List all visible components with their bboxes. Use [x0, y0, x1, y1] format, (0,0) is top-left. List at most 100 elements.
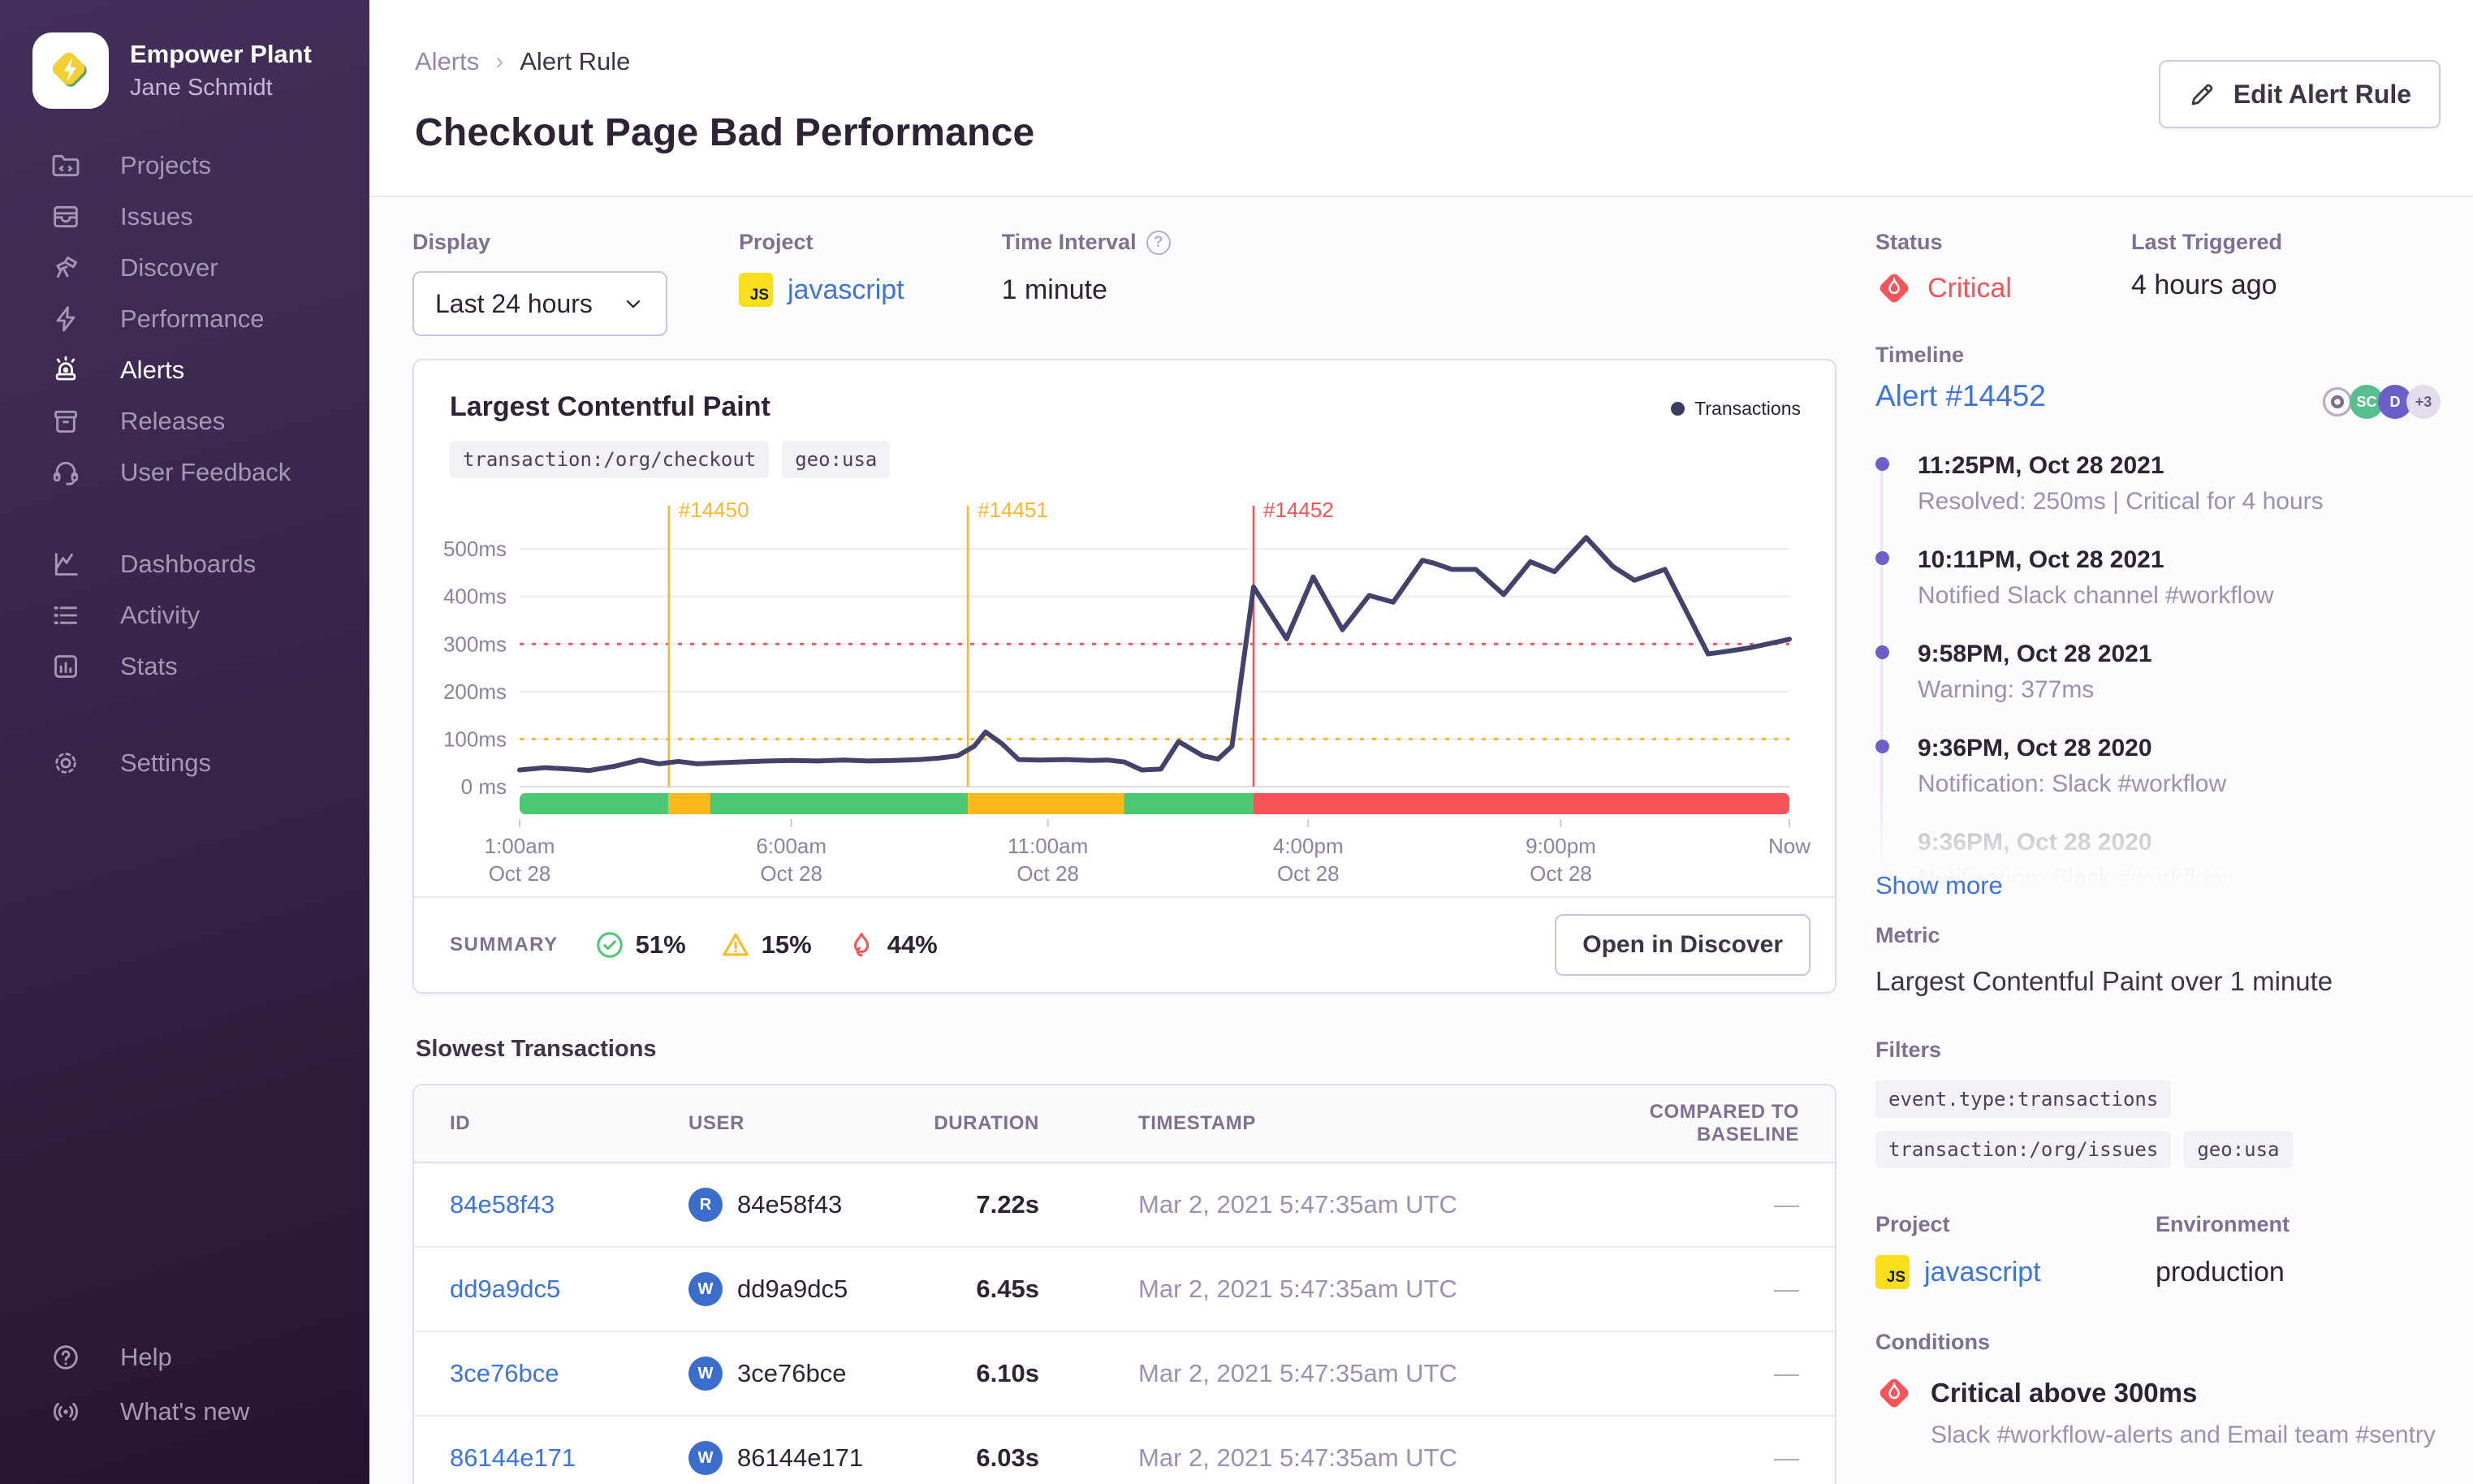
project-link[interactable]: JS javascript	[1875, 1255, 2156, 1289]
legend-label: Transactions	[1694, 398, 1801, 419]
timestamp-cell: Mar 2, 2021 5:47:35am UTC	[1138, 1275, 1457, 1303]
question-circle-icon[interactable]: ?	[1146, 230, 1171, 255]
chevron-right-icon: ›	[495, 48, 504, 75]
sidebar-item-label: Activity	[120, 600, 201, 629]
alert-number-link[interactable]: Alert #14452	[1875, 379, 2046, 413]
timeline-entry-time: 9:36PM, Oct 28 2020	[1918, 735, 2152, 761]
pencil-icon	[2188, 80, 2217, 109]
show-more-link[interactable]: Show more	[1875, 871, 2003, 900]
col-header-duration: DURATION	[934, 1112, 1039, 1134]
sidebar-item-label: Releases	[120, 406, 226, 435]
sidebar-item-label: Stats	[120, 651, 178, 680]
sidebar-item-label: Projects	[120, 150, 211, 179]
chart-summary-row: SUMMARY 51% 15% 44% Open in Discover	[414, 896, 1835, 992]
sidebar-item-label: Alerts	[120, 355, 185, 384]
project-name-link[interactable]: javascript	[1924, 1257, 2041, 1288]
org-switcher[interactable]: Empower Plant Jane Schmidt	[0, 0, 369, 109]
edit-alert-rule-button[interactable]: Edit Alert Rule	[2158, 60, 2441, 128]
main-content: Alerts › Alert Rule Checkout Page Bad Pe…	[369, 0, 2473, 1484]
svg-text:100ms: 100ms	[443, 727, 507, 751]
breadcrumb-alerts-link[interactable]: Alerts	[415, 47, 479, 76]
table-row[interactable]: 3ce76bce W 3ce76bce 6.10s Mar 2, 2021 5:4…	[414, 1332, 1835, 1417]
table-row[interactable]: dd9a9dc5 Wdd9a9dc5 6.45s Mar 2, 2021 5:4…	[414, 1248, 1835, 1332]
svg-text:11:00am: 11:00am	[1008, 834, 1088, 858]
transaction-id-link[interactable]: 86144e171	[450, 1443, 688, 1473]
performance-icon	[49, 302, 83, 336]
timeline-label: Timeline	[1875, 343, 1965, 367]
sidebar-item-alerts[interactable]: Alerts	[0, 344, 369, 395]
project-link[interactable]: JS javascript	[739, 273, 904, 307]
svg-text:Oct 28: Oct 28	[489, 861, 551, 886]
sidebar-item-label: What's new	[120, 1396, 250, 1426]
chart-filter-tags: transaction:/org/checkout geo:usa	[450, 441, 891, 478]
dashboards-icon	[49, 547, 83, 581]
lcp-chart-panel: Largest Contentful Paint transaction:/or…	[412, 359, 1836, 994]
timeline-entries: 11:25PM, Oct 28 2021 Resolved: 250ms | C…	[1875, 452, 2441, 899]
summary-critical-stat: 44%	[846, 930, 938, 960]
sidebar-item-performance[interactable]: Performance	[0, 293, 369, 344]
sidebar-item-settings[interactable]: Settings	[0, 737, 369, 788]
timeline-dot-icon	[1875, 457, 1889, 471]
project-control: Project JS javascript	[739, 230, 904, 307]
timeline-entry: 10:11PM, Oct 28 2021 Notified Slack chan…	[1875, 546, 2441, 610]
display-select[interactable]: Last 24 hours	[412, 271, 667, 336]
sidebar-item-help[interactable]: Help	[0, 1330, 369, 1384]
discover-icon	[49, 251, 83, 285]
svg-text:500ms: 500ms	[443, 537, 507, 561]
timeline-dot-icon	[1875, 645, 1889, 659]
timeline-entry-time: 10:11PM, Oct 28 2021	[1918, 546, 2164, 573]
sidebar-item-issues[interactable]: Issues	[0, 191, 369, 242]
filters-tags: event.type:transactions transaction:/org…	[1875, 1081, 2441, 1168]
sidebar-item-releases[interactable]: Releases	[0, 395, 369, 446]
avatar: W	[688, 1357, 723, 1391]
table-row[interactable]: 86144e171 W 86144e171 6.03s Mar 2, 2021 5…	[414, 1417, 1835, 1484]
time-interval-control: Time Interval ? 1 minute	[1002, 230, 1171, 306]
svg-text:Now: Now	[1768, 834, 1811, 858]
baseline-cell: —	[1774, 1275, 1799, 1303]
baseline-cell: —	[1774, 1443, 1799, 1472]
transaction-id-link[interactable]: dd9a9dc5	[450, 1275, 688, 1304]
project-name-link[interactable]: javascript	[788, 274, 904, 306]
timeline-entry-faded: 9:36PM, Oct 28 2020 Notification: Slack …	[1875, 829, 2441, 899]
sidebar-item-user-feedback[interactable]: User Feedback	[0, 446, 369, 498]
timestamp-cell: Mar 2, 2021 5:47:35am UTC	[1138, 1190, 1457, 1219]
condition-row: Critical above 300ms	[1875, 1374, 2441, 1412]
svg-text:Oct 28: Oct 28	[1530, 861, 1592, 886]
lcp-chart-svg: 0 ms 100ms 200ms 300ms 400ms 500ms #14450 #1445…	[443, 498, 1811, 886]
user-feedback-icon	[49, 455, 83, 490]
baseline-cell: —	[1774, 1190, 1799, 1219]
duration-cell: 6.03s	[976, 1443, 1039, 1472]
sidebar-item-whats-new[interactable]: What's new	[0, 1384, 369, 1439]
svg-text:#14451: #14451	[978, 498, 1048, 522]
right-column: Status Critical Last Triggered 4 hours a…	[1875, 230, 2441, 1449]
display-label: Display	[412, 230, 491, 254]
svg-text:400ms: 400ms	[443, 585, 507, 609]
filter-tag: transaction:/org/issues	[1875, 1131, 2172, 1168]
transaction-id-link[interactable]: 84e58f43	[450, 1190, 688, 1219]
time-interval-label: Time Interval	[1001, 230, 1137, 254]
transaction-id-link[interactable]: 3ce76bce	[450, 1359, 688, 1388]
sidebar-item-label: Performance	[120, 304, 265, 333]
open-in-discover-button[interactable]: Open in Discover	[1555, 914, 1811, 976]
sidebar-item-projects[interactable]: Projects	[0, 140, 369, 191]
conditions-label: Conditions	[1875, 1330, 1990, 1354]
sidebar-item-stats[interactable]: Stats	[0, 641, 369, 692]
watchers: SC D +3	[2320, 384, 2441, 420]
baseline-cell: —	[1774, 1359, 1799, 1387]
condition-title: Critical above 300ms	[1931, 1378, 2198, 1408]
sidebar-item-discover[interactable]: Discover	[0, 242, 369, 293]
svg-text:4:00pm: 4:00pm	[1273, 834, 1344, 858]
content: Display Last 24 hours Project JS javascr…	[369, 197, 2473, 1484]
svg-text:#14452: #14452	[1263, 498, 1334, 522]
timestamp-cell: Mar 2, 2021 5:47:35am UTC	[1138, 1359, 1457, 1387]
status-block: Status Critical	[1875, 230, 2131, 307]
sidebar-item-label: User Feedback	[120, 457, 291, 486]
table-row[interactable]: 84e58f43 R 84e58f43 7.22s Mar 2, 2021 5:4…	[414, 1163, 1835, 1248]
sidebar-item-dashboards[interactable]: Dashboards	[0, 538, 369, 589]
svg-text:#14450: #14450	[679, 498, 749, 522]
sidebar-item-activity[interactable]: Activity	[0, 589, 369, 641]
timeline-dot-icon	[1875, 740, 1889, 753]
project-environment-row: Project JS javascript Environment produc…	[1875, 1212, 2441, 1289]
time-interval-value: 1 minute	[1001, 274, 1108, 305]
warning-triangle-icon	[722, 933, 749, 956]
